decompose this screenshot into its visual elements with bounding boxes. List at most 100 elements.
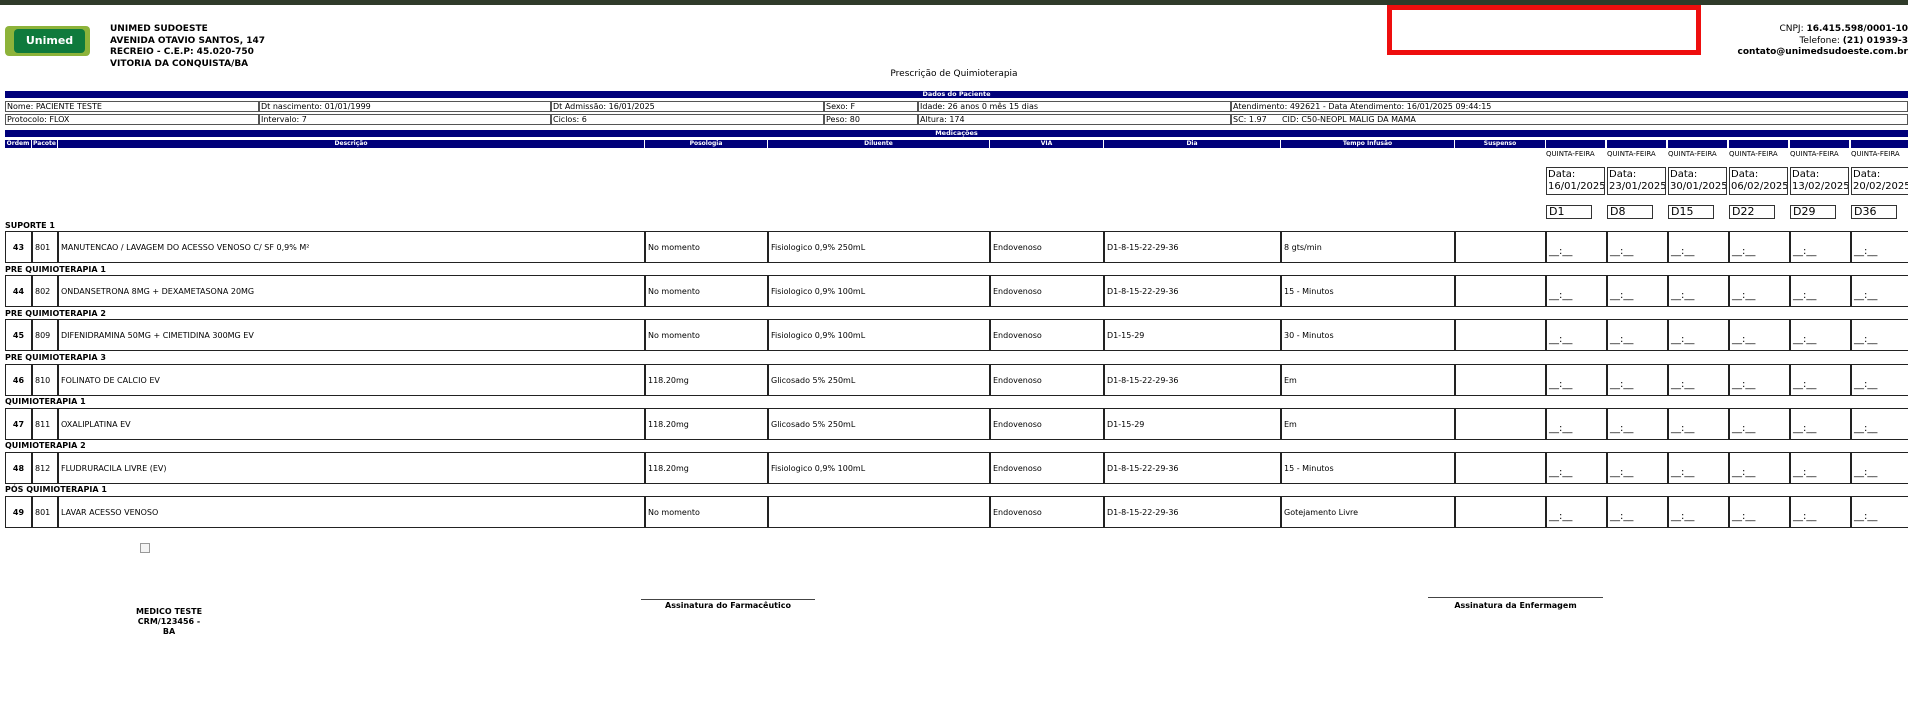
company-name: UNIMED SUDOESTE bbox=[110, 24, 208, 34]
contact-info: CNPJ: 16.415.598/0001-10 Telefone: (21) … bbox=[1738, 24, 1908, 59]
cell-descricao-text: DIFENIDRAMINA 50MG + CIMETIDINA 300MG EV bbox=[61, 330, 254, 340]
time-entry-cell[interactable]: __:__ bbox=[1851, 319, 1908, 351]
time-entry-cell[interactable]: __:__ bbox=[1546, 496, 1607, 528]
schedule-day-field[interactable]: D1 bbox=[1546, 205, 1592, 219]
time-entry-cell[interactable]: __:__ bbox=[1790, 496, 1851, 528]
cell-ordem-text: 43 bbox=[12, 242, 25, 252]
time-entry-cell[interactable]: __:__ bbox=[1607, 275, 1668, 307]
time-entry-cell[interactable]: __:__ bbox=[1729, 275, 1790, 307]
time-entry-cell[interactable]: __:__ bbox=[1546, 319, 1607, 351]
time-entry-cell[interactable]: __:__ bbox=[1851, 496, 1908, 528]
col-schedule-header bbox=[1790, 140, 1849, 148]
schedule-date-box: Data: 30/01/2025 bbox=[1668, 167, 1727, 195]
time-entry-cell[interactable]: __:__ bbox=[1729, 231, 1790, 263]
time-entry-cell[interactable]: __:__ bbox=[1729, 452, 1790, 484]
cell-posologia: 118.20mg bbox=[645, 364, 768, 396]
time-placeholder: __:__ bbox=[1549, 334, 1573, 345]
time-entry-cell[interactable]: __:__ bbox=[1607, 408, 1668, 440]
time-placeholder: __:__ bbox=[1671, 290, 1695, 301]
cell-descricao-text: MANUTENCAO / LAVAGEM DO ACESSO VENOSO C/… bbox=[61, 242, 310, 252]
cell-posologia-text: 118.20mg bbox=[648, 463, 689, 473]
cell-ordem: 44 bbox=[5, 275, 32, 307]
time-entry-cell[interactable]: __:__ bbox=[1851, 364, 1908, 396]
time-entry-cell[interactable]: __:__ bbox=[1607, 496, 1668, 528]
cell-descricao-text: LAVAR ACESSO VENOSO bbox=[61, 507, 159, 517]
time-entry-cell[interactable]: __:__ bbox=[1607, 452, 1668, 484]
cell-descricao: FLUDRURACILA LIVRE (EV) bbox=[58, 452, 645, 484]
time-entry-cell[interactable]: __:__ bbox=[1546, 452, 1607, 484]
time-entry-cell[interactable]: __:__ bbox=[1546, 408, 1607, 440]
schedule-day-field[interactable]: D15 bbox=[1668, 205, 1714, 219]
cell-suspenso bbox=[1455, 452, 1546, 484]
time-entry-cell[interactable]: __:__ bbox=[1851, 275, 1908, 307]
schedule-day-field[interactable]: D8 bbox=[1607, 205, 1653, 219]
time-placeholder: __:__ bbox=[1610, 423, 1634, 434]
cell-via: Endovenoso bbox=[990, 319, 1104, 351]
email-line[interactable]: contato@unimedsudoeste.com.br bbox=[1738, 47, 1908, 59]
time-entry-cell[interactable]: __:__ bbox=[1668, 231, 1729, 263]
redaction-box bbox=[1387, 5, 1701, 55]
time-entry-cell[interactable]: __:__ bbox=[1546, 364, 1607, 396]
cell-tempo: 8 gts/min bbox=[1281, 231, 1455, 263]
time-placeholder: __:__ bbox=[1671, 467, 1695, 478]
cell-dia: D1-8-15-22-29-36 bbox=[1104, 275, 1281, 307]
cell-posologia: 118.20mg bbox=[645, 452, 768, 484]
cell-diluente-text: Glicosado 5% 250mL bbox=[771, 419, 856, 429]
time-entry-cell[interactable]: __:__ bbox=[1668, 496, 1729, 528]
cell-pacote: 811 bbox=[32, 408, 58, 440]
cell-tempo-text: Gotejamento Livre bbox=[1284, 507, 1359, 517]
cell-ordem-text: 47 bbox=[12, 419, 25, 429]
cell-posologia: No momento bbox=[645, 231, 768, 263]
time-placeholder: __:__ bbox=[1793, 467, 1817, 478]
broken-image-icon bbox=[140, 543, 150, 553]
time-entry-cell[interactable]: __:__ bbox=[1790, 364, 1851, 396]
cell-diluente-text: Glicosado 5% 250mL bbox=[771, 375, 856, 385]
cell-pacote-text: 811 bbox=[35, 419, 51, 429]
cell-tempo-text: Em bbox=[1284, 375, 1297, 385]
time-entry-cell[interactable]: __:__ bbox=[1851, 408, 1908, 440]
cell-pacote-text: 810 bbox=[35, 375, 51, 385]
time-placeholder: __:__ bbox=[1793, 511, 1817, 522]
time-placeholder: __:__ bbox=[1732, 511, 1756, 522]
time-entry-cell[interactable]: __:__ bbox=[1729, 408, 1790, 440]
company-address: AVENIDA OTAVIO SANTOS, 147 bbox=[110, 35, 266, 46]
time-entry-cell[interactable]: __:__ bbox=[1607, 231, 1668, 263]
cell-posologia-text: No momento bbox=[648, 286, 700, 296]
cell-posologia-text: No momento bbox=[648, 507, 700, 517]
time-entry-cell[interactable]: __:__ bbox=[1790, 452, 1851, 484]
time-entry-cell[interactable]: __:__ bbox=[1546, 275, 1607, 307]
cell-pacote-text: 812 bbox=[35, 463, 51, 473]
time-entry-cell[interactable]: __:__ bbox=[1607, 319, 1668, 351]
cell-dia-text: D1-15-29 bbox=[1107, 419, 1145, 429]
cell-tempo-text: 15 - Minutos bbox=[1284, 463, 1334, 473]
cell-posologia: No momento bbox=[645, 319, 768, 351]
schedule-date-label: Data: bbox=[1792, 169, 1820, 180]
time-entry-cell[interactable]: __:__ bbox=[1790, 319, 1851, 351]
time-entry-cell[interactable]: __:__ bbox=[1790, 408, 1851, 440]
time-entry-cell[interactable]: __:__ bbox=[1668, 364, 1729, 396]
cell-dia: D1-8-15-22-29-36 bbox=[1104, 496, 1281, 528]
cell-descricao-text: OXALIPLATINA EV bbox=[61, 419, 131, 429]
time-entry-cell[interactable]: __:__ bbox=[1729, 364, 1790, 396]
time-entry-cell[interactable]: __:__ bbox=[1790, 231, 1851, 263]
schedule-day-field[interactable]: D29 bbox=[1790, 205, 1836, 219]
time-entry-cell[interactable]: __:__ bbox=[1607, 364, 1668, 396]
schedule-day-field[interactable]: D36 bbox=[1851, 205, 1897, 219]
time-entry-cell[interactable]: __:__ bbox=[1546, 231, 1607, 263]
time-placeholder: __:__ bbox=[1793, 334, 1817, 345]
schedule-date-value: 20/02/2025 bbox=[1853, 181, 1908, 192]
col-pacote: Pacote bbox=[32, 140, 57, 148]
time-entry-cell[interactable]: __:__ bbox=[1668, 319, 1729, 351]
time-entry-cell[interactable]: __:__ bbox=[1729, 496, 1790, 528]
time-entry-cell[interactable]: __:__ bbox=[1668, 275, 1729, 307]
schedule-day-field[interactable]: D22 bbox=[1729, 205, 1775, 219]
schedule-date-label: Data: bbox=[1731, 169, 1759, 180]
time-entry-cell[interactable]: __:__ bbox=[1790, 275, 1851, 307]
time-entry-cell[interactable]: __:__ bbox=[1668, 408, 1729, 440]
cell-diluente: Fisiologico 0,9% 250mL bbox=[768, 231, 990, 263]
cell-tempo: Em bbox=[1281, 364, 1455, 396]
time-entry-cell[interactable]: __:__ bbox=[1668, 452, 1729, 484]
time-entry-cell[interactable]: __:__ bbox=[1729, 319, 1790, 351]
time-entry-cell[interactable]: __:__ bbox=[1851, 231, 1908, 263]
time-entry-cell[interactable]: __:__ bbox=[1851, 452, 1908, 484]
